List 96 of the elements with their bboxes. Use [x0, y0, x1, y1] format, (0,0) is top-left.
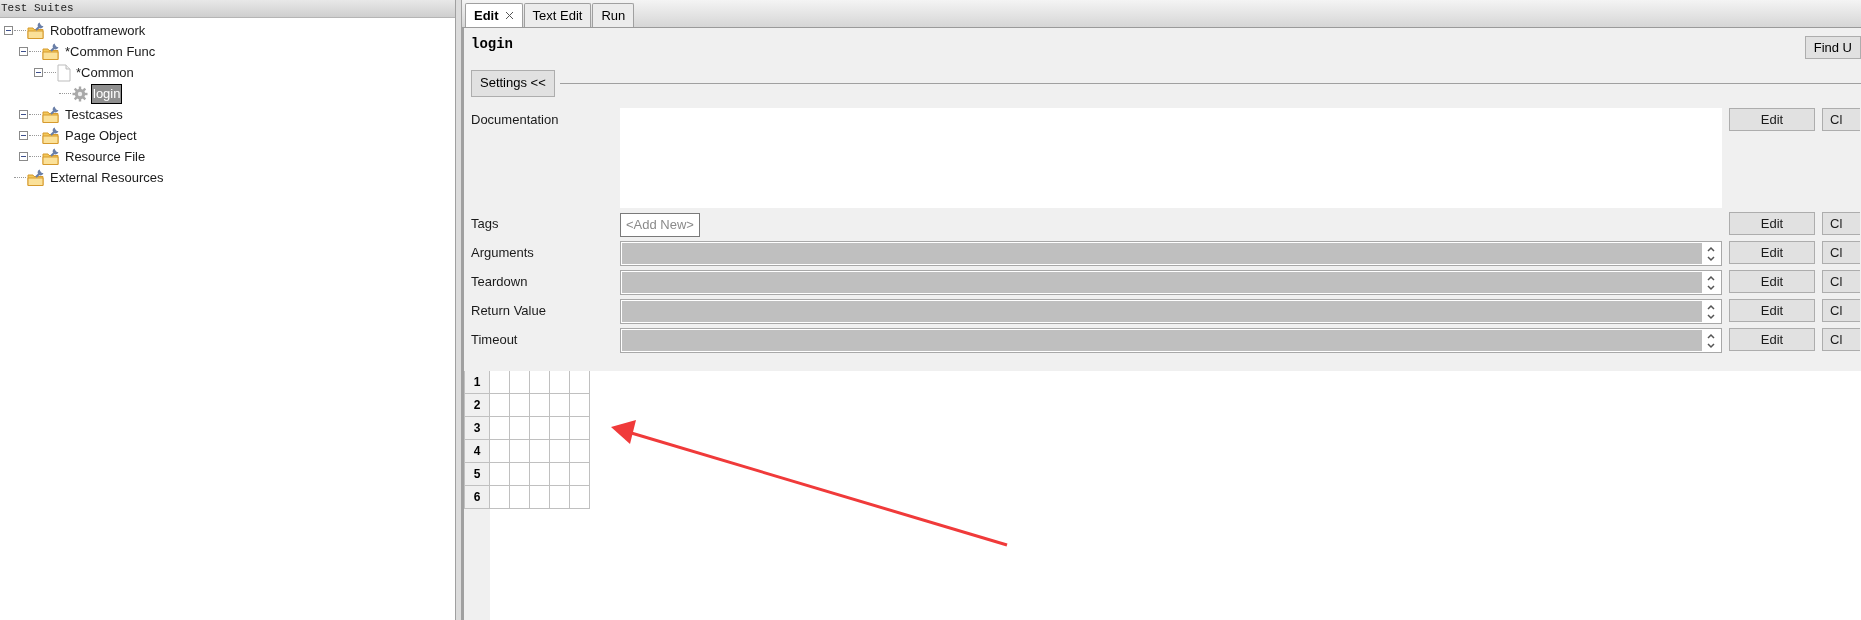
document-icon [57, 63, 71, 82]
grid-cell[interactable] [530, 463, 550, 486]
grid-cell[interactable] [490, 440, 510, 463]
tab-label: Edit [474, 6, 499, 25]
grid-cell[interactable] [550, 486, 570, 509]
row-header[interactable]: 2 [464, 394, 490, 417]
grid-cell[interactable] [510, 440, 530, 463]
tree-item[interactable]: *Common Func [63, 41, 158, 62]
spinner-arrows-icon[interactable] [1706, 331, 1716, 350]
collapse-toggle-icon[interactable] [19, 110, 28, 119]
row-header[interactable]: 6 [464, 486, 490, 509]
clear-button[interactable]: Cl [1822, 328, 1860, 351]
spinner-arrows-icon[interactable] [1706, 302, 1716, 321]
tab[interactable]: Edit [465, 3, 523, 27]
folder-wrench-icon [42, 42, 60, 61]
setting-label: Documentation [471, 111, 560, 129]
grid-cell[interactable] [570, 486, 590, 509]
value-field[interactable] [620, 270, 1722, 295]
close-icon[interactable] [504, 11, 514, 20]
keyword-title: login [471, 35, 513, 54]
folder-wrench-icon [42, 147, 60, 166]
grid-cell[interactable] [570, 440, 590, 463]
folder-wrench-icon [42, 126, 60, 145]
grid-cell[interactable] [490, 394, 510, 417]
collapse-toggle-icon[interactable] [19, 131, 28, 140]
row-header[interactable]: 4 [464, 440, 490, 463]
value-field[interactable] [620, 328, 1722, 353]
find-usages-button[interactable]: Find U [1804, 36, 1861, 59]
tab-label: Text Edit [532, 6, 583, 25]
grid-cell[interactable] [550, 440, 570, 463]
value-field[interactable] [620, 299, 1722, 324]
spinner-arrows-icon[interactable] [1706, 244, 1716, 263]
grid-cell[interactable] [490, 486, 510, 509]
grid-cell[interactable] [570, 463, 590, 486]
tree-item[interactable]: Robotframework [48, 20, 148, 41]
collapse-toggle-icon[interactable] [19, 47, 28, 56]
grid-cell[interactable] [570, 417, 590, 440]
setting-label: Tags [471, 215, 500, 233]
grid-cell[interactable] [550, 463, 570, 486]
collapse-toggle-icon[interactable] [4, 26, 13, 35]
edit-button[interactable]: Edit [1729, 299, 1815, 322]
grid-cell[interactable] [530, 394, 550, 417]
tree-item[interactable]: Page Object [63, 125, 139, 146]
setting-label: Return Value [471, 302, 547, 320]
grid-cell[interactable] [530, 371, 550, 394]
collapse-toggle-icon[interactable] [19, 152, 28, 161]
tree-item[interactable]: External Resources [48, 167, 166, 188]
collapse-toggle-icon[interactable] [34, 68, 43, 77]
settings-toggle-button[interactable]: Settings << [471, 69, 555, 97]
splitter[interactable] [455, 0, 462, 620]
grid-cell[interactable] [530, 417, 550, 440]
tree-item[interactable]: *Common [74, 62, 136, 83]
grid-cell[interactable] [510, 394, 530, 417]
folder-wrench-icon [42, 105, 60, 124]
edit-button[interactable]: Edit [1729, 270, 1815, 293]
setting-label: Timeout [471, 331, 519, 349]
setting-label: Teardown [471, 273, 529, 291]
spinner-arrows-icon[interactable] [1706, 273, 1716, 292]
clear-button[interactable]: Cl [1822, 212, 1860, 235]
value-field[interactable] [620, 241, 1722, 266]
tree-item[interactable]: Testcases [63, 104, 125, 125]
grid-cell[interactable] [530, 440, 550, 463]
add-tag-field[interactable]: <Add New> [620, 213, 700, 237]
grid-cell[interactable] [570, 371, 590, 394]
grid-cell[interactable] [530, 486, 550, 509]
edit-button[interactable]: Edit [1729, 108, 1815, 131]
grid-cell[interactable] [510, 371, 530, 394]
setting-label: Arguments [471, 244, 535, 262]
tree-item[interactable]: Resource File [63, 146, 148, 167]
row-header[interactable]: 3 [464, 417, 490, 440]
grid-cell[interactable] [550, 394, 570, 417]
edit-button[interactable]: Edit [1729, 241, 1815, 264]
grid-cell[interactable] [490, 417, 510, 440]
grid-cell[interactable] [550, 417, 570, 440]
folder-wrench-icon [27, 21, 45, 40]
grid-cell[interactable] [550, 371, 570, 394]
row-header[interactable]: 1 [464, 371, 490, 394]
grid-cell[interactable] [510, 463, 530, 486]
grid-cell[interactable] [490, 463, 510, 486]
gear-icon [72, 85, 88, 102]
tab[interactable]: Text Edit [523, 3, 592, 27]
grid-cell[interactable] [510, 417, 530, 440]
grid-cell[interactable] [510, 486, 530, 509]
edit-button[interactable]: Edit [1729, 328, 1815, 351]
tab-label: Run [601, 6, 626, 25]
clear-button[interactable]: Cl [1822, 241, 1860, 264]
clear-button[interactable]: Cl [1822, 108, 1860, 131]
panel-title: Test Suites [1, 1, 74, 17]
grid-cell[interactable] [570, 394, 590, 417]
grid-cell[interactable] [490, 371, 510, 394]
folder-wrench-icon [27, 168, 45, 187]
tab[interactable]: Run [592, 3, 635, 27]
edit-button[interactable]: Edit [1729, 212, 1815, 235]
clear-button[interactable]: Cl [1822, 270, 1860, 293]
clear-button[interactable]: Cl [1822, 299, 1860, 322]
row-header[interactable]: 5 [464, 463, 490, 486]
